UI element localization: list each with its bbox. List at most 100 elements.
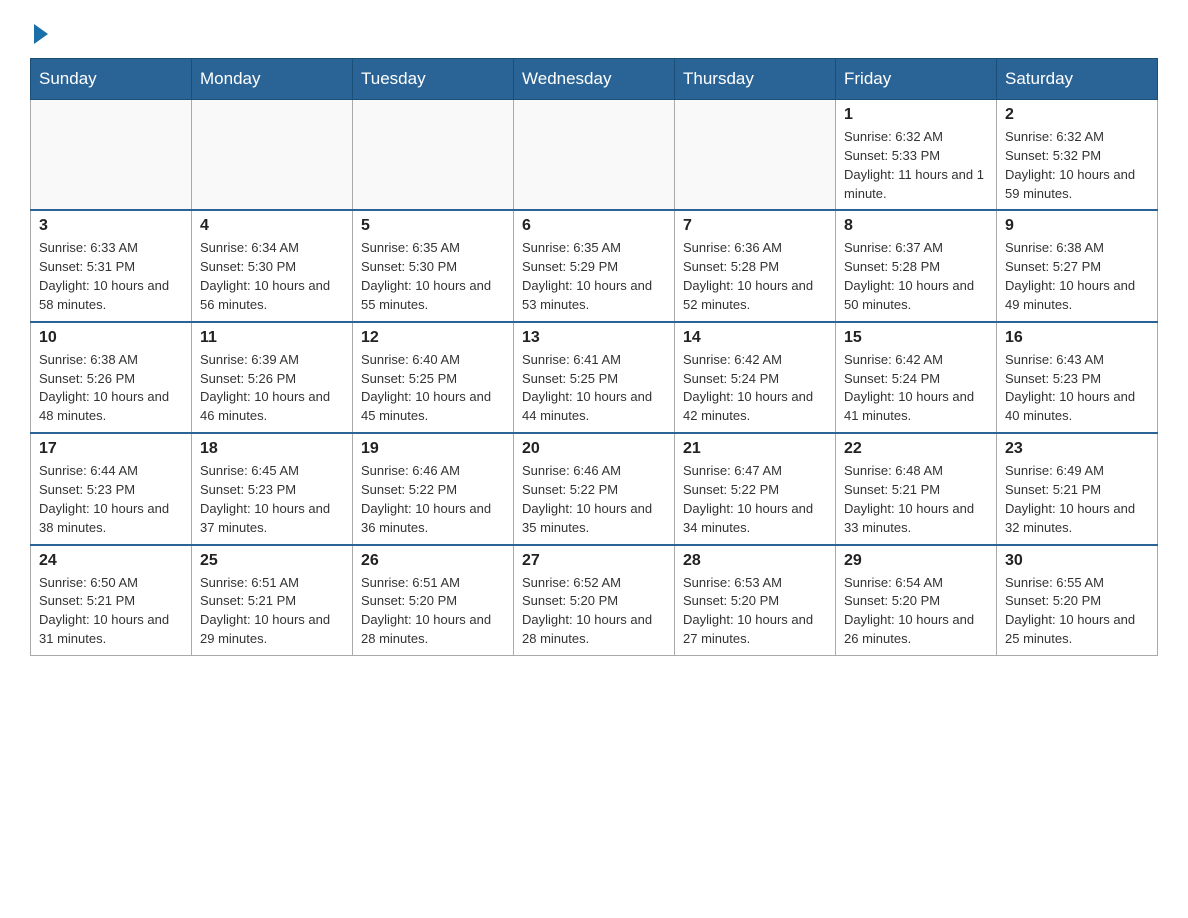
day-info: Sunrise: 6:47 AM Sunset: 5:22 PM Dayligh… (683, 462, 827, 537)
weekday-header-thursday: Thursday (675, 59, 836, 100)
calendar-cell: 23 Sunrise: 6:49 AM Sunset: 5:21 PM Dayli… (997, 433, 1158, 544)
calendar-cell: 6 Sunrise: 6:35 AM Sunset: 5:29 PM Daylig… (514, 210, 675, 321)
day-info: Sunrise: 6:48 AM Sunset: 5:21 PM Dayligh… (844, 462, 988, 537)
calendar-cell: 19Sunrise: 6:46 AM Sunset: 5:22 PM Dayli… (353, 433, 514, 544)
day-number: 27 (522, 552, 666, 570)
day-number: 5 (361, 217, 505, 235)
calendar-cell: 15 Sunrise: 6:42 AM Sunset: 5:24 PM Dayli… (836, 322, 997, 433)
calendar-cell: 17Sunrise: 6:44 AM Sunset: 5:23 PM Dayli… (31, 433, 192, 544)
day-info: Sunrise: 6:49 AM Sunset: 5:21 PM Dayligh… (1005, 462, 1149, 537)
day-number: 12 (361, 329, 505, 347)
day-info: Sunrise: 6:37 AM Sunset: 5:28 PM Dayligh… (844, 239, 988, 314)
day-info: Sunrise: 6:53 AM Sunset: 5:20 PM Dayligh… (683, 574, 827, 649)
day-number: 26 (361, 552, 505, 570)
day-number: 7 (683, 217, 827, 235)
calendar-cell: 2 Sunrise: 6:32 AM Sunset: 5:32 PM Daylig… (997, 100, 1158, 211)
day-number: 28 (683, 552, 827, 570)
day-number: 21 (683, 440, 827, 458)
day-number: 23 (1005, 440, 1149, 458)
day-info: Sunrise: 6:35 AM Sunset: 5:30 PM Dayligh… (361, 239, 505, 314)
day-info: Sunrise: 6:54 AM Sunset: 5:20 PM Dayligh… (844, 574, 988, 649)
day-number: 10 (39, 329, 183, 347)
day-info: Sunrise: 6:52 AM Sunset: 5:20 PM Dayligh… (522, 574, 666, 649)
day-info: Sunrise: 6:55 AM Sunset: 5:20 PM Dayligh… (1005, 574, 1149, 649)
day-number: 9 (1005, 217, 1149, 235)
calendar-cell: 13 Sunrise: 6:41 AM Sunset: 5:25 PM Dayli… (514, 322, 675, 433)
day-info: Sunrise: 6:32 AM Sunset: 5:32 PM Dayligh… (1005, 128, 1149, 203)
day-info: Sunrise: 6:42 AM Sunset: 5:24 PM Dayligh… (844, 351, 988, 426)
day-number: 4 (200, 217, 344, 235)
day-info: Sunrise: 6:40 AM Sunset: 5:25 PM Dayligh… (361, 351, 505, 426)
day-info: Sunrise: 6:41 AM Sunset: 5:25 PM Dayligh… (522, 351, 666, 426)
day-number: 18 (200, 440, 344, 458)
day-number: 16 (1005, 329, 1149, 347)
day-info: Sunrise: 6:51 AM Sunset: 5:20 PM Dayligh… (361, 574, 505, 649)
weekday-header-tuesday: Tuesday (353, 59, 514, 100)
calendar-cell: 21 Sunrise: 6:47 AM Sunset: 5:22 PM Dayli… (675, 433, 836, 544)
calendar-cell: 29 Sunrise: 6:54 AM Sunset: 5:20 PM Dayli… (836, 545, 997, 656)
logo-arrow-icon (34, 24, 48, 44)
day-info: Sunrise: 6:35 AM Sunset: 5:29 PM Dayligh… (522, 239, 666, 314)
calendar-cell: 5 Sunrise: 6:35 AM Sunset: 5:30 PM Daylig… (353, 210, 514, 321)
calendar-cell: 28 Sunrise: 6:53 AM Sunset: 5:20 PM Dayli… (675, 545, 836, 656)
day-info: Sunrise: 6:46 AM Sunset: 5:22 PM Dayligh… (522, 462, 666, 537)
calendar-cell: 1 Sunrise: 6:32 AM Sunset: 5:33 PM Daylig… (836, 100, 997, 211)
calendar-cell: 26 Sunrise: 6:51 AM Sunset: 5:20 PM Dayli… (353, 545, 514, 656)
day-number: 22 (844, 440, 988, 458)
day-info: Sunrise: 6:32 AM Sunset: 5:33 PM Dayligh… (844, 128, 988, 203)
calendar-week-2: 3Sunrise: 6:33 AM Sunset: 5:31 PM Daylig… (31, 210, 1158, 321)
calendar-cell: 20 Sunrise: 6:46 AM Sunset: 5:22 PM Dayli… (514, 433, 675, 544)
calendar-cell: 14 Sunrise: 6:42 AM Sunset: 5:24 PM Dayli… (675, 322, 836, 433)
logo (30, 20, 48, 40)
calendar-cell: 9 Sunrise: 6:38 AM Sunset: 5:27 PM Daylig… (997, 210, 1158, 321)
calendar-cell: 27 Sunrise: 6:52 AM Sunset: 5:20 PM Dayli… (514, 545, 675, 656)
weekday-header-sunday: Sunday (31, 59, 192, 100)
calendar-cell (31, 100, 192, 211)
calendar-cell (514, 100, 675, 211)
calendar-cell: 22 Sunrise: 6:48 AM Sunset: 5:21 PM Dayli… (836, 433, 997, 544)
weekday-header-friday: Friday (836, 59, 997, 100)
day-number: 8 (844, 217, 988, 235)
day-info: Sunrise: 6:34 AM Sunset: 5:30 PM Dayligh… (200, 239, 344, 314)
weekday-header-wednesday: Wednesday (514, 59, 675, 100)
calendar-week-3: 10Sunrise: 6:38 AM Sunset: 5:26 PM Dayli… (31, 322, 1158, 433)
day-number: 3 (39, 217, 183, 235)
calendar-cell: 30 Sunrise: 6:55 AM Sunset: 5:20 PM Dayli… (997, 545, 1158, 656)
day-info: Sunrise: 6:39 AM Sunset: 5:26 PM Dayligh… (200, 351, 344, 426)
day-info: Sunrise: 6:50 AM Sunset: 5:21 PM Dayligh… (39, 574, 183, 649)
calendar-cell: 7 Sunrise: 6:36 AM Sunset: 5:28 PM Daylig… (675, 210, 836, 321)
day-number: 14 (683, 329, 827, 347)
day-number: 13 (522, 329, 666, 347)
day-number: 15 (844, 329, 988, 347)
weekday-header-monday: Monday (192, 59, 353, 100)
calendar-cell: 11 Sunrise: 6:39 AM Sunset: 5:26 PM Dayli… (192, 322, 353, 433)
calendar-cell: 25 Sunrise: 6:51 AM Sunset: 5:21 PM Dayli… (192, 545, 353, 656)
day-info: Sunrise: 6:38 AM Sunset: 5:27 PM Dayligh… (1005, 239, 1149, 314)
calendar-cell: 8 Sunrise: 6:37 AM Sunset: 5:28 PM Daylig… (836, 210, 997, 321)
day-number: 1 (844, 106, 988, 124)
weekday-header-saturday: Saturday (997, 59, 1158, 100)
day-number: 25 (200, 552, 344, 570)
day-info: Sunrise: 6:42 AM Sunset: 5:24 PM Dayligh… (683, 351, 827, 426)
day-number: 20 (522, 440, 666, 458)
day-number: 30 (1005, 552, 1149, 570)
calendar-cell: 12 Sunrise: 6:40 AM Sunset: 5:25 PM Dayli… (353, 322, 514, 433)
day-number: 29 (844, 552, 988, 570)
day-number: 2 (1005, 106, 1149, 124)
calendar-cell: 24 Sunrise: 6:50 AM Sunset: 5:21 PM Dayli… (31, 545, 192, 656)
calendar-cell: 4 Sunrise: 6:34 AM Sunset: 5:30 PM Daylig… (192, 210, 353, 321)
calendar-cell (353, 100, 514, 211)
day-number: 11 (200, 329, 344, 347)
calendar-cell: 16 Sunrise: 6:43 AM Sunset: 5:23 PM Dayli… (997, 322, 1158, 433)
day-info: Sunrise: 6:51 AM Sunset: 5:21 PM Dayligh… (200, 574, 344, 649)
page-header (30, 20, 1158, 40)
weekday-header-row: SundayMondayTuesdayWednesdayThursdayFrid… (31, 59, 1158, 100)
day-info: Sunrise: 6:36 AM Sunset: 5:28 PM Dayligh… (683, 239, 827, 314)
calendar-cell (192, 100, 353, 211)
day-number: 24 (39, 552, 183, 570)
calendar-cell: 10Sunrise: 6:38 AM Sunset: 5:26 PM Dayli… (31, 322, 192, 433)
calendar-week-4: 17Sunrise: 6:44 AM Sunset: 5:23 PM Dayli… (31, 433, 1158, 544)
calendar-week-1: 1 Sunrise: 6:32 AM Sunset: 5:33 PM Daylig… (31, 100, 1158, 211)
day-number: 6 (522, 217, 666, 235)
day-info: Sunrise: 6:43 AM Sunset: 5:23 PM Dayligh… (1005, 351, 1149, 426)
